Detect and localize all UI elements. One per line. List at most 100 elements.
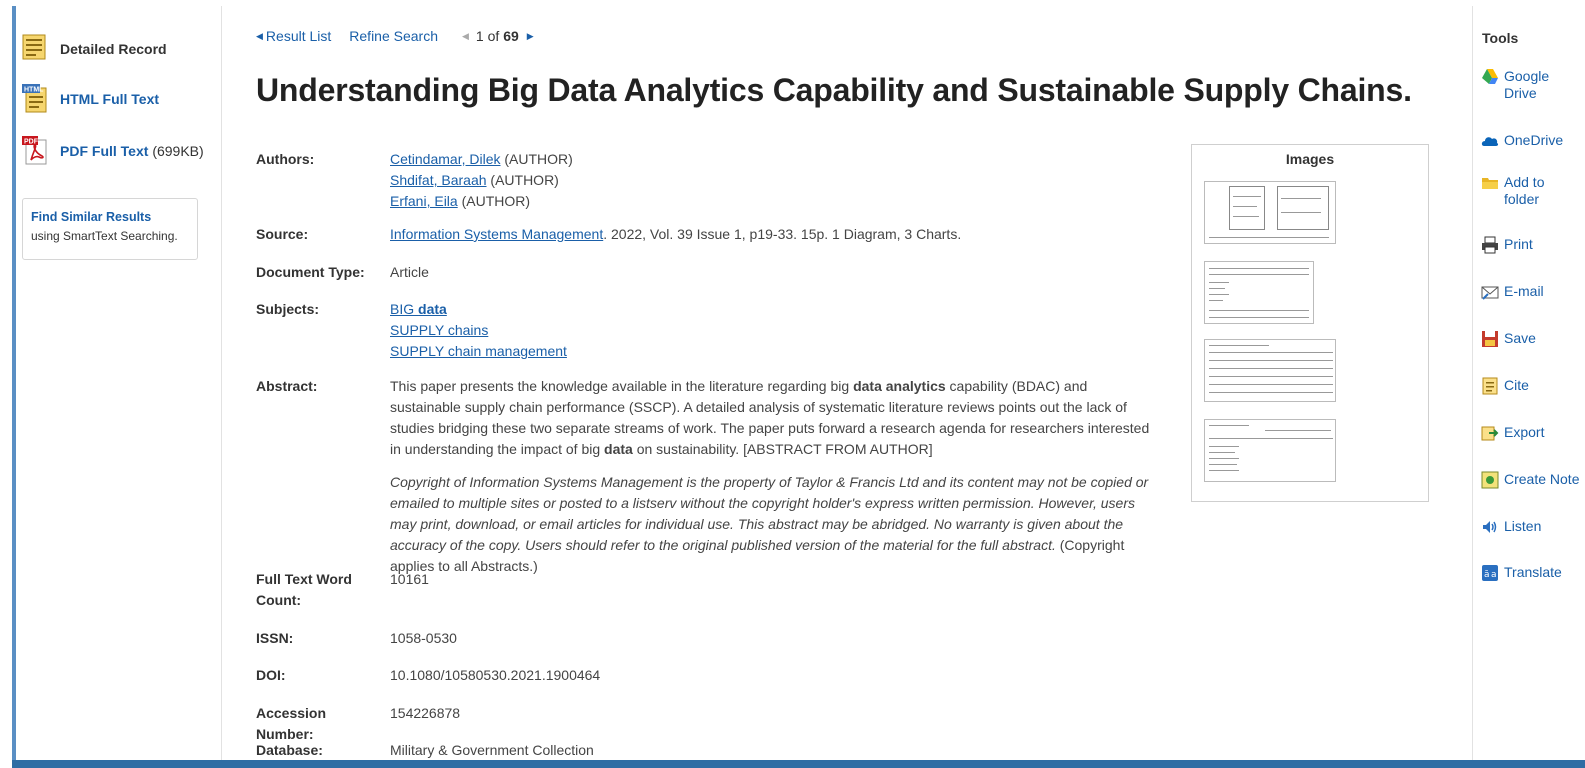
tool-save[interactable]: Save (1481, 330, 1536, 348)
svg-text:ā: ā (1484, 570, 1490, 580)
doc-type-value: Article (390, 264, 429, 280)
subjects-label: Subjects: (256, 301, 320, 317)
record-main: ◀ Result List Refine Search ◀ 1 of 69 ▶ … (256, 6, 1456, 762)
page-frame: Detailed Record HTML HTML Full Text PDF … (12, 6, 1585, 762)
tool-print[interactable]: Print (1481, 236, 1533, 254)
database-value: Military & Government Collection (390, 742, 594, 758)
record-title: Understanding Big Data Analytics Capabil… (256, 72, 1412, 108)
find-similar-subtext: using SmartText Searching. (31, 229, 178, 243)
tool-google-drive[interactable]: Google Drive (1481, 68, 1549, 102)
author-link[interactable]: Shdifat, Baraah (390, 172, 487, 188)
source-label: Source: (256, 226, 309, 242)
svg-text:a: a (1491, 570, 1497, 580)
bottom-accent-bar (12, 760, 1585, 768)
save-icon (1481, 330, 1499, 348)
find-similar-box: Find Similar Results using SmartText Sea… (22, 198, 198, 260)
pdf-full-text-link[interactable]: PDF PDF Full Text (699KB) (22, 136, 204, 166)
refine-search-link[interactable]: Refine Search (349, 28, 438, 44)
tool-label: Add to folder (1504, 174, 1545, 207)
svg-text:HTML: HTML (24, 87, 44, 94)
svg-text:PDF: PDF (24, 139, 39, 146)
tools-heading: Tools (1482, 30, 1519, 46)
doi-value: 10.1080/10580530.2021.1900464 (390, 667, 601, 683)
note-icon (1481, 471, 1499, 489)
word-count-label: Full Text Word Count: (256, 571, 352, 608)
subject-link[interactable]: SUPPLY chain management (390, 343, 567, 359)
pdf-file-icon: PDF (22, 136, 50, 166)
tool-label: Export (1504, 424, 1545, 440)
author-entry: Erfani, Eila (AUTHOR) (390, 193, 531, 209)
issn-value: 1058-0530 (390, 630, 457, 646)
tool-cite[interactable]: Cite (1481, 377, 1529, 395)
subject-link[interactable]: BIG data (390, 301, 447, 317)
pdf-size: (699KB) (152, 143, 204, 159)
tools-panel: Tools Google Drive OneDrive Add to folde… (1472, 6, 1585, 762)
speaker-icon (1481, 518, 1499, 536)
tool-label: Google Drive (1504, 68, 1550, 101)
image-thumbnail[interactable] (1204, 181, 1336, 244)
image-thumbnail[interactable] (1204, 339, 1336, 402)
tool-label: Print (1504, 236, 1533, 252)
authors-label: Authors: (256, 151, 315, 167)
result-list-link[interactable]: Result List (266, 28, 331, 44)
html-file-icon: HTML (22, 84, 50, 114)
word-count-value: 10161 (390, 571, 429, 587)
author-link[interactable]: Erfani, Eila (390, 193, 458, 209)
author-entry: Shdifat, Baraah (AUTHOR) (390, 172, 559, 188)
printer-icon (1481, 236, 1499, 254)
left-sidebar: Detailed Record HTML HTML Full Text PDF … (16, 6, 222, 762)
copyright-notice: Copyright of Information Systems Managem… (390, 474, 1149, 574)
abstract-text: This paper presents the knowledge availa… (390, 378, 1150, 457)
image-thumbnail[interactable] (1204, 419, 1336, 482)
tool-label: Translate (1504, 564, 1562, 580)
find-similar-link[interactable]: Find Similar Results (31, 210, 189, 224)
email-icon (1481, 283, 1499, 301)
export-icon (1481, 424, 1499, 442)
detailed-record-label: Detailed Record (60, 41, 167, 57)
pdf-full-text-label: PDF Full Text (60, 143, 149, 159)
translate-icon: āa (1481, 564, 1499, 582)
accession-value: 154226878 (390, 705, 461, 721)
tool-add-to-folder[interactable]: Add to folder (1481, 174, 1544, 208)
image-thumbnail[interactable] (1204, 261, 1314, 324)
subject-link[interactable]: SUPPLY chains (390, 322, 488, 338)
tool-label: Create Note (1504, 471, 1580, 487)
tool-label: OneDrive (1504, 132, 1564, 148)
previous-result-icon[interactable]: ◀ (462, 31, 469, 42)
authors-value: Cetindamar, Dilek (AUTHOR) Shdifat, Bara… (390, 149, 573, 212)
tool-label: Listen (1504, 518, 1542, 534)
tool-onedrive[interactable]: OneDrive (1481, 132, 1563, 150)
google-drive-icon (1481, 68, 1499, 86)
tool-export[interactable]: Export (1481, 424, 1544, 442)
source-value: Information Systems Management. 2022, Vo… (390, 226, 962, 242)
detailed-record-link[interactable]: Detailed Record (22, 34, 167, 64)
author-entry: Cetindamar, Dilek (AUTHOR) (390, 151, 573, 167)
pdf-full-text-label-wrap: PDF Full Text (699KB) (60, 143, 204, 159)
source-journal-link[interactable]: Information Systems Management (390, 226, 603, 242)
cite-icon (1481, 377, 1499, 395)
html-full-text-link[interactable]: HTML HTML Full Text (22, 84, 159, 114)
folder-icon (1481, 174, 1499, 192)
result-position: 1 of 69 (475, 28, 519, 44)
tool-listen[interactable]: Listen (1481, 518, 1541, 536)
tool-label: E-mail (1504, 283, 1544, 299)
tool-label: Cite (1504, 377, 1529, 393)
issn-label: ISSN: (256, 630, 294, 646)
abstract-label: Abstract: (256, 378, 318, 394)
tool-label: Save (1504, 330, 1536, 346)
tool-translate[interactable]: āa Translate (1481, 564, 1562, 582)
tool-email[interactable]: E-mail (1481, 283, 1544, 301)
database-label: Database: (256, 742, 323, 758)
images-heading: Images (1285, 151, 1335, 167)
doc-type-label: Document Type: (256, 264, 365, 280)
document-icon (22, 34, 50, 64)
tool-create-note[interactable]: Create Note (1481, 471, 1579, 489)
images-panel: Images (1191, 144, 1429, 502)
doi-label: DOI: (256, 667, 286, 683)
html-full-text-label: HTML Full Text (60, 91, 160, 107)
subjects-value: BIG data SUPPLY chains SUPPLY chain mana… (390, 299, 567, 362)
result-navigation: ◀ Result List Refine Search ◀ 1 of 69 ▶ (256, 28, 537, 44)
author-link[interactable]: Cetindamar, Dilek (390, 151, 501, 167)
next-result-icon[interactable]: ▶ (527, 31, 534, 42)
onedrive-icon (1481, 132, 1499, 150)
